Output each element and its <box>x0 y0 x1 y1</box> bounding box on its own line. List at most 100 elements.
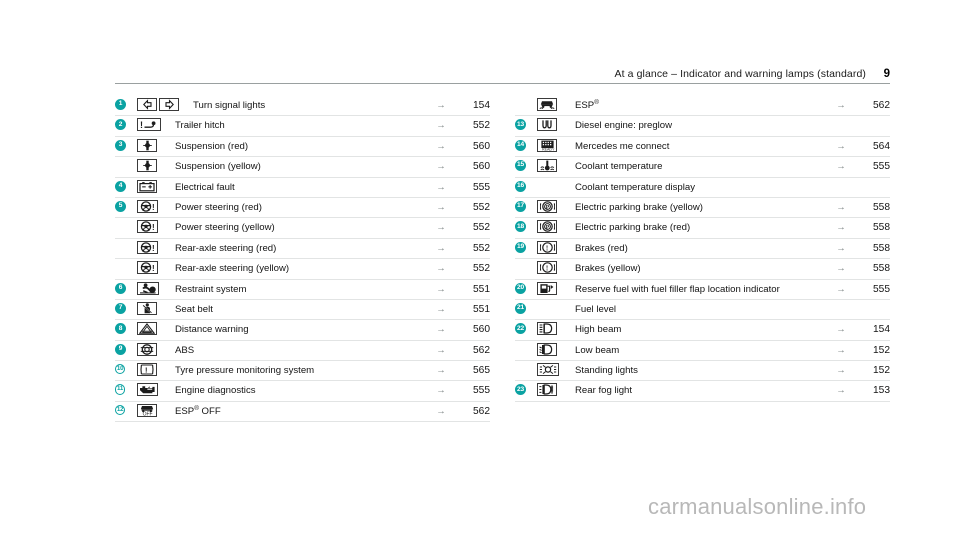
table-row: 18 P Electric parking brake (red) → 558 <box>515 218 890 239</box>
lamp-label: Diesel engine: preglow <box>575 120 673 132</box>
high-beam-icon <box>537 322 557 336</box>
svg-text:!: ! <box>545 244 547 252</box>
reference-page-number: 551 <box>473 283 490 295</box>
callout-badge: 18 <box>515 221 526 233</box>
symbol-cell <box>137 97 193 111</box>
reference-page-number: 558 <box>873 222 890 234</box>
symbol-cell <box>137 321 175 336</box>
row-number-cell <box>515 362 537 364</box>
table-row: 23 Rear fog light → 153 <box>515 381 890 402</box>
callout-badge: 8 <box>115 323 126 335</box>
table-row: Suspension (yellow) → 560 <box>115 157 490 178</box>
callout-badge: 10 <box>115 364 126 375</box>
reference-arrow <box>826 179 856 182</box>
row-number-cell: 23 <box>515 382 537 396</box>
reference-page-number: 153 <box>873 385 890 397</box>
lamp-label: Mercedes me connect <box>575 140 670 152</box>
reference-page-number: 560 <box>473 140 490 152</box>
reference-arrow: → <box>436 201 446 213</box>
callout-badge: 1 <box>115 99 126 110</box>
reference-arrow <box>826 117 856 120</box>
reference-arrow: → <box>436 324 446 336</box>
symbol-cell <box>537 117 575 132</box>
symbol-cell <box>537 97 575 111</box>
site-watermark: carmanualsonline.info <box>648 494 867 519</box>
table-row: ! Power steering (yellow) → 552 <box>115 218 490 239</box>
row-number-cell: 4 <box>115 179 137 192</box>
indicator-lamp-table: 1 Turn signal lights → 154 2! Trailer hitch → 5… <box>115 96 890 423</box>
table-row: ! Rear-axle steering (red) → 552 <box>115 239 490 260</box>
table-row: 6 Restraint system → 551 <box>115 280 490 300</box>
row-number-cell: 11 <box>115 382 137 395</box>
reference-arrow: → <box>836 100 846 111</box>
callout-badge: 6 <box>115 282 126 294</box>
lamp-label: Power steering (yellow) <box>175 222 275 234</box>
svg-text:!: ! <box>152 203 155 212</box>
symbol-cell <box>137 138 175 152</box>
callout-badge: 4 <box>115 180 126 192</box>
row-number-cell: 10 <box>115 362 137 375</box>
row-number-cell: 5 <box>115 199 137 212</box>
symbol-cell: P <box>537 199 575 213</box>
lamp-label: Tyre pressure monitoring system <box>175 365 315 377</box>
svg-text:READY: READY <box>542 147 555 150</box>
symbol-cell: ! <box>137 362 175 377</box>
callout-badge: 9 <box>115 343 126 355</box>
symbol-cell: ! <box>537 240 575 254</box>
mercedes-me-connect-icon: READY <box>537 138 557 152</box>
standing-lights-icon <box>537 363 559 377</box>
callout-badge: 12 <box>115 404 126 416</box>
power-steering-icon: ! <box>137 199 158 213</box>
callout-badge: 13 <box>515 119 526 131</box>
row-number-cell: 7 <box>115 301 137 314</box>
lamp-label: ABS <box>175 344 195 356</box>
lamp-label: Coolant temperature <box>575 161 663 173</box>
row-number-cell: 19 <box>515 240 537 253</box>
svg-text:!: ! <box>145 365 148 374</box>
reference-page-number <box>856 301 890 304</box>
symbol-cell: ! <box>137 219 175 234</box>
table-row: 10! Tyre pressure monitoring system → 565 <box>115 361 490 382</box>
reference-page-number: 551 <box>473 303 490 315</box>
distance-warning-icon <box>137 322 157 336</box>
reference-arrow: → <box>436 365 446 377</box>
power-steering-icon: ! <box>137 220 158 234</box>
reference-arrow: → <box>836 242 846 254</box>
reference-page-number: 552 <box>473 242 490 254</box>
table-row: 19! Brakes (red) → 558 <box>515 239 890 260</box>
reference-page-number: 552 <box>473 263 490 275</box>
tyre-pressure-icon: ! <box>137 363 157 377</box>
symbol-cell: ! <box>137 117 175 132</box>
symbol-cell <box>537 281 575 295</box>
diesel-preglow-icon <box>537 118 557 132</box>
coolant-temperature-icon <box>537 159 557 173</box>
table-row: 9 ABS → 562 <box>115 341 490 362</box>
lamp-label: Restraint system <box>175 283 247 295</box>
reference-page-number: 555 <box>873 283 890 295</box>
reference-arrow: → <box>836 324 846 336</box>
page-title: At a glance – Indicator and warning lamp… <box>614 68 866 80</box>
lamp-label: Electric parking brake (red) <box>575 222 691 234</box>
row-number-cell: 16 <box>515 179 537 192</box>
table-row: 3 Suspension (red) → 560 <box>115 137 490 158</box>
callout-badge: 16 <box>515 180 526 192</box>
lamp-label: Coolant temperature display <box>575 181 695 193</box>
row-number-cell <box>515 260 537 262</box>
reference-page-number: 562 <box>473 344 490 356</box>
abs-icon <box>137 342 157 356</box>
lamp-label: Power steering (red) <box>175 201 262 213</box>
reference-arrow: → <box>436 242 446 254</box>
table-row: 12 OFF ESP® OFF → 562 <box>115 402 490 423</box>
suspension-icon <box>137 138 157 152</box>
reference-arrow: → <box>436 385 446 397</box>
turn-signal-left-icon <box>137 98 157 111</box>
callout-badge: 15 <box>515 160 526 172</box>
reference-page-number: 552 <box>473 222 490 234</box>
electrical-fault-icon <box>137 179 157 193</box>
symbol-cell <box>537 179 575 180</box>
svg-text:P: P <box>545 225 549 231</box>
brakes-icon: ! <box>537 261 557 275</box>
power-steering-icon: ! <box>137 261 158 275</box>
esp-icon <box>537 98 557 111</box>
reference-arrow: → <box>436 303 446 315</box>
